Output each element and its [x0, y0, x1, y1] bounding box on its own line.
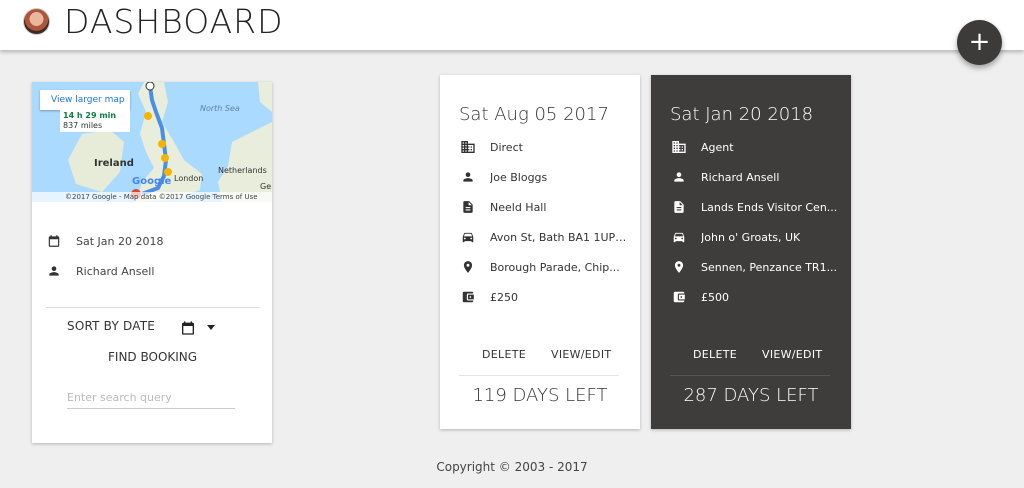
- booking-date: Sat Jan 20 2018: [670, 104, 814, 125]
- booking-name-row: Richard Ansell: [46, 261, 154, 281]
- booking-venue: Neeld Hall: [490, 200, 547, 214]
- booking-pickup-row: John o' Groats, UK: [670, 227, 840, 247]
- booking-price: £250: [490, 290, 518, 304]
- booking-date: Sat Aug 05 2017: [459, 104, 609, 125]
- view-edit-button[interactable]: VIEW/EDIT: [551, 348, 611, 361]
- booking-card: Sat Aug 05 2017 Direct Joe Bloggs Neeld …: [440, 75, 640, 429]
- booking-destination: Borough Parade, Chip...: [490, 260, 620, 274]
- person-icon: [459, 168, 477, 186]
- divider: [459, 375, 619, 376]
- location-pin-icon: [670, 258, 688, 276]
- booking-price-row: £500: [670, 287, 840, 307]
- top-bar: DASHBOARD: [0, 0, 1024, 50]
- booking-type: Direct: [490, 140, 523, 154]
- map-label-london: London: [174, 174, 204, 183]
- booking-type-row: Agent: [670, 137, 840, 157]
- sort-by-date-button[interactable]: SORT BY DATE: [67, 319, 155, 333]
- building-icon: [670, 138, 688, 156]
- divider: [670, 375, 830, 376]
- booking-date: Sat Jan 20 2018: [76, 234, 164, 248]
- booking-venue-row: Neeld Hall: [459, 197, 629, 217]
- booking-price-row: £250: [459, 287, 629, 307]
- booking-pickup: John o' Groats, UK: [701, 230, 801, 244]
- booking-destination-row: Sennen, Penzance TR1...: [670, 257, 840, 277]
- copyright: Copyright © 2003 - 2017: [436, 460, 588, 474]
- wallet-icon: [459, 288, 477, 306]
- booking-destination-row: Borough Parade, Chip...: [459, 257, 629, 277]
- map-attribution: ©2017 Google - Map data ©2017 Google Ter…: [32, 192, 272, 202]
- search-input[interactable]: [67, 387, 235, 409]
- booking-person: Joe Bloggs: [490, 170, 548, 184]
- find-booking-label: FIND BOOKING: [108, 350, 198, 364]
- booking-venue-row: Lands Ends Visitor Cen...: [670, 197, 840, 217]
- booking-card: Sat Jan 20 2018 Agent Richard Ansell Lan…: [651, 75, 851, 429]
- map-label-netherlands: Netherlands: [218, 166, 267, 175]
- current-booking-card: View larger map 14 h 29 min 837 miles No…: [32, 82, 272, 443]
- calendar-icon[interactable]: [180, 320, 196, 340]
- booking-person-row: Joe Bloggs: [459, 167, 629, 187]
- days-left: 287 DAYS LEFT: [683, 385, 819, 406]
- booking-type: Agent: [701, 140, 734, 154]
- route-map[interactable]: View larger map 14 h 29 min 837 miles No…: [32, 82, 272, 202]
- google-logo: Google: [132, 176, 172, 187]
- calendar-icon: [46, 233, 62, 249]
- map-label-north-sea: North Sea: [200, 104, 240, 113]
- booking-person-row: Richard Ansell: [670, 167, 840, 187]
- booking-pickup: Avon St, Bath BA1 1UP,...: [490, 230, 629, 244]
- caret-down-icon[interactable]: [207, 325, 215, 330]
- booking-type-row: Direct: [459, 137, 629, 157]
- booking-price: £500: [701, 290, 729, 304]
- booking-pickup-row: Avon St, Bath BA1 1UP,...: [459, 227, 629, 247]
- person-icon: [46, 263, 62, 279]
- location-pin-icon: [459, 258, 477, 276]
- view-larger-map-link[interactable]: View larger map: [40, 90, 130, 110]
- divider: [46, 307, 260, 308]
- plus-icon: +: [968, 27, 991, 57]
- wallet-icon: [670, 288, 688, 306]
- map-label-ge: Ge: [260, 182, 272, 191]
- person-icon: [670, 168, 688, 186]
- add-booking-button[interactable]: +: [957, 20, 1002, 65]
- car-icon: [670, 228, 688, 246]
- delete-button[interactable]: DELETE: [482, 348, 526, 361]
- booking-venue: Lands Ends Visitor Cen...: [701, 200, 838, 214]
- booking-person: Richard Ansell: [701, 170, 780, 184]
- route-summary: 14 h 29 min 837 miles: [60, 110, 130, 132]
- map-label-ireland: Ireland: [94, 158, 134, 169]
- route-duration: 14 h 29 min: [63, 111, 117, 120]
- delete-button[interactable]: DELETE: [693, 348, 737, 361]
- route-distance: 837 miles: [63, 121, 103, 130]
- document-icon: [670, 198, 688, 216]
- booking-date-row: Sat Jan 20 2018: [46, 231, 163, 251]
- booking-destination: Sennen, Penzance TR1...: [701, 260, 838, 274]
- building-icon: [459, 138, 477, 156]
- booking-name: Richard Ansell: [76, 264, 155, 278]
- document-icon: [459, 198, 477, 216]
- car-icon: [459, 228, 477, 246]
- page-title: DASHBOARD: [64, 2, 284, 41]
- view-edit-button[interactable]: VIEW/EDIT: [762, 348, 822, 361]
- days-left: 119 DAYS LEFT: [472, 385, 608, 406]
- avatar[interactable]: [23, 8, 50, 35]
